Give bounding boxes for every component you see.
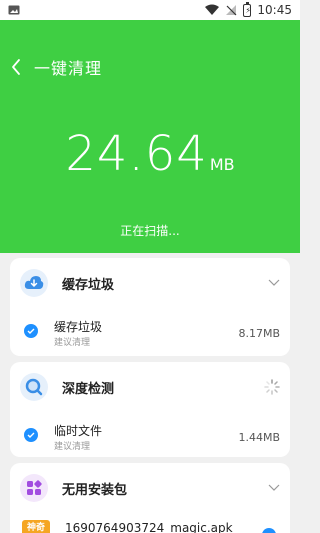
junk-size-value: 24.64 [65, 126, 208, 182]
status-right: ⚡ 10:45 [205, 1, 292, 17]
cleanup-header: 一键清理 24.64 MB 正在扫描... [0, 20, 300, 253]
chevron-down-icon[interactable] [268, 279, 280, 287]
checkbox-checked[interactable] [24, 428, 38, 442]
apk-icon-circle [20, 474, 48, 502]
apk-app-badge: 神奇 [22, 520, 50, 533]
cache-junk-item[interactable]: 缓存垃圾 建议清理 8.17MB [10, 312, 290, 352]
apk-file-item[interactable]: 神奇 1690764903724_magic.apk [10, 518, 290, 533]
item-suggestion: 建议清理 [54, 442, 91, 452]
item-name: 缓存垃圾 [54, 320, 103, 334]
status-left [8, 5, 20, 15]
cloud-download-icon [24, 276, 44, 289]
deep-scan-title: 深度检测 [62, 381, 115, 397]
wifi-icon [205, 4, 220, 15]
cache-junk-card: 缓存垃圾 缓存垃圾 建议清理 8.17MB [10, 258, 290, 356]
item-name: 临时文件 [54, 424, 103, 438]
apps-grid-icon [27, 480, 42, 495]
item-size: 8.17MB [238, 327, 280, 340]
temp-files-item[interactable]: 临时文件 建议清理 1.44MB [10, 416, 290, 456]
item-suggestion: 建议清理 [54, 338, 91, 348]
deep-scan-card: 深度检测 临时文件 建议清理 1.44MB [10, 362, 290, 457]
deep-scan-icon-circle [20, 373, 48, 401]
status-bar: ⚡ 10:45 [0, 0, 300, 20]
cache-junk-title: 缓存垃圾 [62, 277, 115, 293]
checkbox-checked[interactable] [262, 528, 276, 533]
apk-file-name: 1690764903724_magic.apk [65, 521, 233, 533]
status-time: 10:45 [257, 3, 292, 17]
item-size: 1.44MB [238, 431, 280, 444]
title-row: 一键清理 [10, 55, 102, 79]
useless-apk-card: 无用安装包 神奇 1690764903724_magic.apk [10, 463, 290, 533]
junk-size-unit: MB [209, 155, 235, 174]
junk-size-display: 24.64 MB [0, 126, 300, 182]
checkmark-icon [27, 328, 35, 334]
battery-icon: ⚡ [243, 1, 252, 17]
checkbox-checked[interactable] [24, 324, 38, 338]
deep-scan-header[interactable]: 深度检测 [10, 362, 290, 412]
loading-spinner-icon [264, 379, 280, 395]
checkmark-icon [27, 432, 35, 438]
magnifier-icon [25, 378, 43, 396]
cache-junk-header[interactable]: 缓存垃圾 [10, 258, 290, 308]
image-notification-icon [8, 5, 20, 15]
cache-icon-circle [20, 269, 48, 297]
scan-status: 正在扫描... [120, 224, 180, 238]
no-signal-icon [226, 5, 237, 16]
back-arrow-icon[interactable] [10, 58, 22, 76]
useless-apk-title: 无用安装包 [62, 482, 128, 498]
useless-apk-header[interactable]: 无用安装包 [10, 463, 290, 513]
chevron-down-icon[interactable] [268, 484, 280, 492]
page-title: 一键清理 [34, 59, 103, 78]
